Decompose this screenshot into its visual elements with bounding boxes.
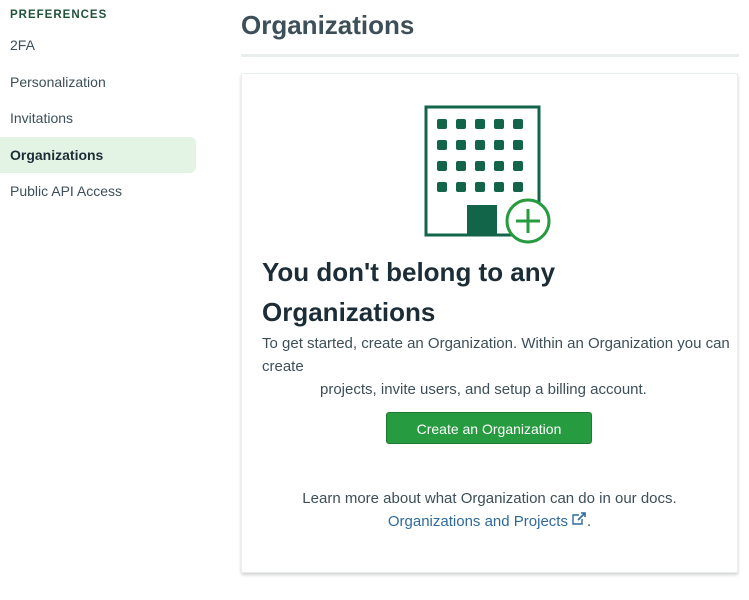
title-divider (241, 54, 739, 57)
learn-more: Learn more about what Organization can d… (241, 487, 738, 533)
window-dot (494, 182, 504, 192)
sidebar-item-personalization[interactable]: Personalization (0, 64, 196, 100)
empty-description: To get started, create an Organization. … (262, 335, 730, 398)
window-dot (456, 140, 466, 150)
sidebar-section-title: PREFERENCES (10, 9, 108, 21)
window-dot (494, 140, 504, 150)
building-add-icon (424, 105, 551, 244)
sidebar-item-organizations[interactable]: Organizations (0, 137, 196, 173)
window-dot (437, 119, 447, 129)
window-dot (513, 161, 523, 171)
window-dot (513, 119, 523, 129)
page-title: Organizations (241, 10, 415, 40)
window-dot (456, 182, 466, 192)
window-dot (494, 119, 504, 129)
sidebar-item-public-api-access[interactable]: Public API Access (0, 173, 196, 209)
learn-more-text: Learn more about what Organization can d… (302, 490, 677, 507)
create-organization-button[interactable]: Create an Organization (386, 412, 592, 444)
organizations-projects-link[interactable]: Organizations and Projects (388, 513, 568, 530)
window-dot (456, 119, 466, 129)
window-dot (475, 140, 485, 150)
window-dot (437, 161, 447, 171)
window-dot (494, 161, 504, 171)
window-dot (437, 182, 447, 192)
window-dot (456, 161, 466, 171)
window-dot (437, 140, 447, 150)
window-dot (513, 140, 523, 150)
external-link-icon (572, 512, 586, 525)
link-suffix: . (586, 513, 592, 530)
window-dot (475, 119, 485, 129)
window-dot (475, 182, 485, 192)
window-dot (475, 161, 485, 171)
window-dot (513, 182, 523, 192)
sidebar-item-2fa[interactable]: 2FA (0, 27, 196, 63)
sidebar-item-invitations[interactable]: Invitations (0, 100, 196, 136)
empty-heading: You don't belong to any Organizations (262, 257, 556, 327)
